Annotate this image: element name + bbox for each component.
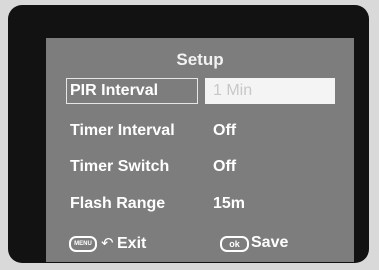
menu-row-label: Timer Switch [70,158,170,175]
save-label[interactable]: Save [251,234,288,252]
device-bezel: Setup PIR Interval 1 Min Timer Interval … [8,5,369,263]
menu-row-label: Flash Range [70,195,166,212]
screen-title: Setup [176,50,224,69]
menu-row-value: 15m [213,195,246,212]
menu-row-value: Off [213,122,237,139]
menu-row-label: Timer Interval [70,122,175,139]
menu-row-label: PIR Interval [70,82,159,99]
menu-row-timer-switch[interactable]: Timer Switch Off [66,154,336,180]
menu-row-flash-range[interactable]: Flash Range 15m [66,191,336,217]
return-arrow-icon: ↶ [101,235,114,252]
menu-row-value: Off [213,158,237,175]
exit-label[interactable]: Exit [117,235,146,253]
menu-row-pir-interval[interactable]: PIR Interval 1 Min [66,78,336,104]
menu-row-timer-interval[interactable]: Timer Interval Off [66,118,336,144]
menu-row-value: 1 Min [213,82,253,99]
menu-key-icon[interactable]: MENU [69,236,97,252]
ok-key-icon[interactable]: ok [220,236,249,252]
setup-screen: Setup PIR Interval 1 Min Timer Interval … [46,38,354,262]
screen-footer: MENU ↶ Exit ok Save [46,234,354,256]
